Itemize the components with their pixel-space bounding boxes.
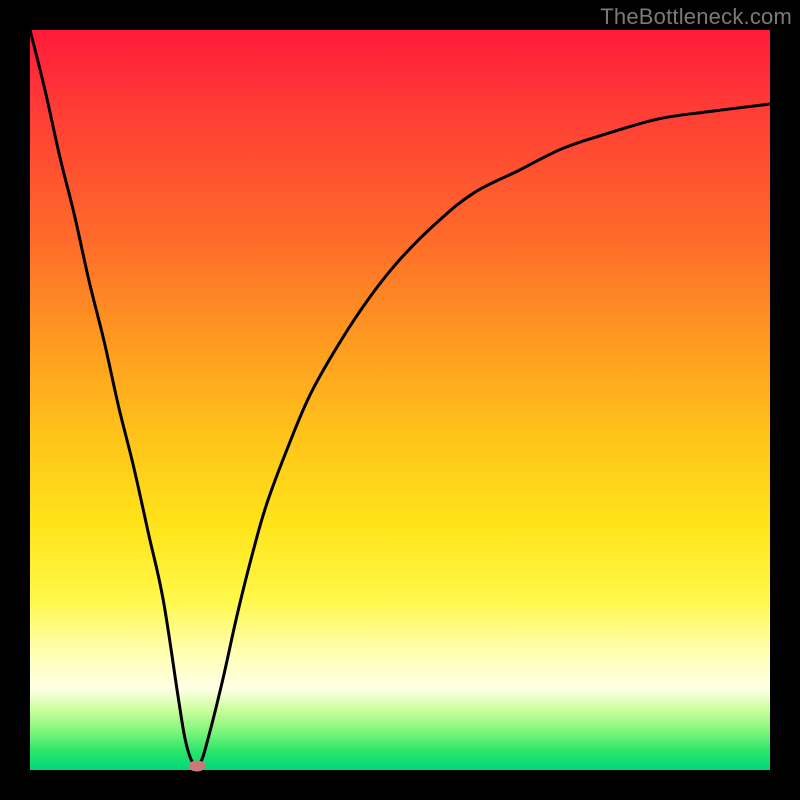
watermark-text: TheBottleneck.com — [600, 4, 792, 30]
optimum-marker — [188, 761, 205, 772]
plot-area — [30, 30, 770, 770]
chart-frame: TheBottleneck.com — [0, 0, 800, 800]
curve-svg — [30, 30, 770, 770]
bottleneck-curve — [30, 30, 770, 766]
